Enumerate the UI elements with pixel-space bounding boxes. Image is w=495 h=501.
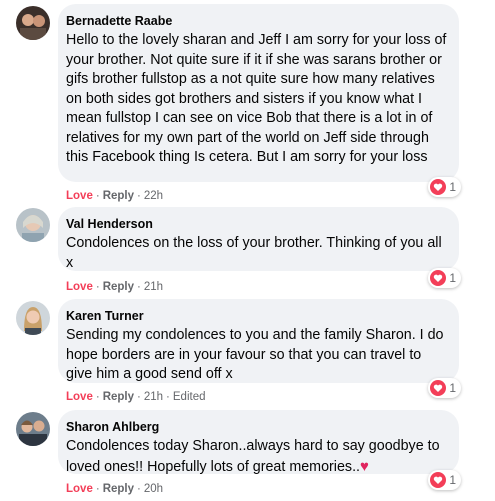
comment-text: Hello to the lovely sharan and Jeff I am…: [66, 32, 447, 165]
reaction-count-label: 1: [449, 473, 456, 487]
comment-actions: Love · Reply · 20h: [66, 482, 163, 496]
reply-button[interactable]: Reply: [103, 190, 134, 202]
comment-author[interactable]: Karen Turner: [66, 306, 447, 324]
comment-actions: Love · Reply · 21h: [66, 280, 163, 294]
reaction-count-label: 1: [449, 180, 456, 194]
separator: ·: [137, 391, 141, 403]
separator: ·: [95, 483, 100, 495]
reaction-count[interactable]: 1: [428, 378, 461, 398]
avatar[interactable]: [16, 6, 50, 40]
love-button[interactable]: Love: [66, 483, 93, 495]
reaction-count[interactable]: 1: [428, 177, 461, 197]
comment-bubble: Bernadette Raabe Hello to the lovely sha…: [58, 4, 459, 182]
separator: ·: [95, 190, 100, 202]
reaction-count-label: 1: [449, 271, 456, 285]
comment-actions: Love · Reply · 22h: [66, 189, 163, 203]
avatar[interactable]: [16, 412, 50, 446]
comment-bubble: Sharon Ahlberg Condolences today Sharon.…: [58, 410, 459, 477]
comment-text: Condolences today Sharon..always hard to…: [66, 437, 447, 477]
heart-icon: [430, 270, 447, 286]
reply-button[interactable]: Reply: [103, 281, 134, 293]
love-button[interactable]: Love: [66, 281, 93, 293]
timestamp[interactable]: 22h: [144, 190, 163, 202]
comment-author[interactable]: Val Henderson: [66, 214, 447, 232]
comment-text: Condolences on the loss of your brother.…: [66, 235, 442, 271]
comment-actions: Love · Reply · 21h · Edited: [66, 390, 206, 404]
separator: ·: [137, 281, 141, 293]
separator: ·: [166, 391, 170, 403]
love-button[interactable]: Love: [66, 391, 93, 403]
reply-button[interactable]: Reply: [103, 391, 134, 403]
separator: ·: [95, 281, 100, 293]
reaction-count[interactable]: 1: [428, 268, 461, 288]
separator: ·: [137, 483, 141, 495]
edited-label[interactable]: Edited: [173, 391, 206, 403]
red-heart-emoji-icon: ♥: [360, 457, 369, 475]
reply-button[interactable]: Reply: [103, 483, 134, 495]
avatar[interactable]: [16, 208, 50, 242]
comment-author[interactable]: Sharon Ahlberg: [66, 417, 447, 435]
reaction-count-label: 1: [449, 381, 456, 395]
timestamp[interactable]: 21h: [144, 281, 163, 293]
comment-text: Sending my condolences to you and the fa…: [66, 327, 444, 382]
comment-bubble: Val Henderson Condolences on the loss of…: [58, 207, 459, 271]
heart-icon: [430, 472, 447, 488]
timestamp[interactable]: 20h: [144, 483, 163, 495]
love-button[interactable]: Love: [66, 190, 93, 202]
timestamp[interactable]: 21h: [144, 391, 163, 403]
heart-icon: [430, 179, 447, 195]
comment-author[interactable]: Bernadette Raabe: [66, 11, 447, 29]
avatar[interactable]: [16, 301, 50, 335]
separator: ·: [137, 190, 141, 202]
reaction-count[interactable]: 1: [428, 470, 461, 490]
comment-text-body: Condolences today Sharon..always hard to…: [66, 438, 440, 475]
comment-bubble: Karen Turner Sending my condolences to y…: [58, 299, 459, 383]
heart-icon: [430, 380, 447, 396]
separator: ·: [95, 391, 100, 403]
